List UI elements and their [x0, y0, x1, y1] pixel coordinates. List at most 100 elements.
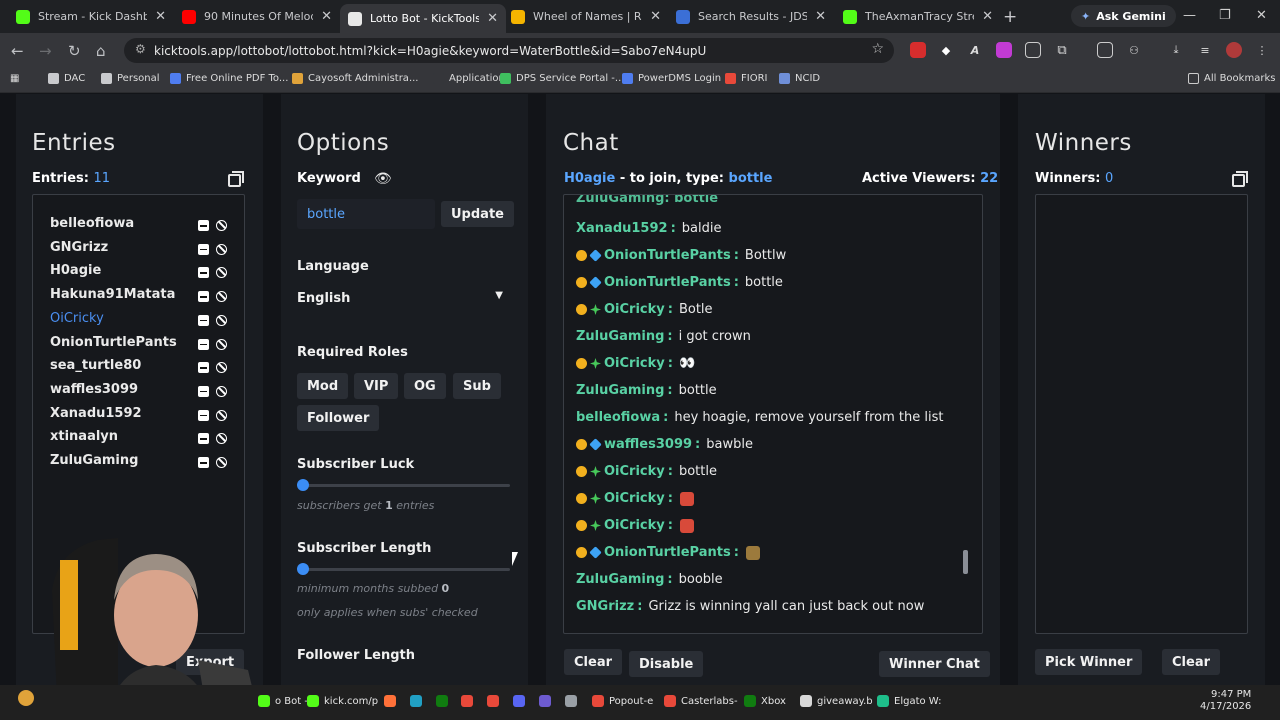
entry-item[interactable]: OiCricky: [50, 311, 104, 326]
winner-chat-button[interactable]: Winner Chat: [879, 651, 990, 677]
browser-menu-icon[interactable]: ⋮: [1254, 42, 1270, 58]
remove-entry-icon[interactable]: [198, 433, 209, 445]
entry-item[interactable]: xtinaalyn: [50, 429, 118, 444]
browser-tab[interactable]: Search Results - JDS - Sh ✕: [668, 4, 834, 29]
chat-username[interactable]: ZuluGaming: [576, 572, 664, 587]
apps-grid-icon[interactable]: ▦: [10, 73, 19, 84]
entry-item[interactable]: waffles3099: [50, 382, 138, 397]
chat-username[interactable]: belleofiowa: [576, 410, 660, 425]
ban-user-icon[interactable]: [216, 362, 227, 374]
ban-user-icon[interactable]: [216, 385, 227, 397]
remove-entry-icon[interactable]: [198, 220, 209, 231]
all-bookmarks-link[interactable]: All Bookmarks: [1188, 73, 1275, 84]
ban-user-icon[interactable]: [216, 267, 227, 279]
remove-entry-icon[interactable]: [198, 385, 209, 397]
entry-item[interactable]: belleofiowa: [50, 216, 134, 231]
entry-item[interactable]: Hakuna91Matata: [50, 287, 175, 302]
entry-item[interactable]: OnionTurtlePants: [50, 335, 177, 350]
browser-tab[interactable]: Lotto Bot - KickTools ✕: [340, 4, 506, 33]
taskbar-app[interactable]: [565, 695, 577, 707]
chat-disable-button[interactable]: Disable: [629, 651, 704, 677]
bookmark-item[interactable]: PowerDMS Login: [622, 73, 721, 84]
entry-item[interactable]: ZuluGaming: [50, 453, 138, 468]
taskbar-clock[interactable]: 9:47 PM 4/17/2026: [1200, 689, 1251, 712]
bookmark-item[interactable]: Cayosoft Administra...: [292, 73, 418, 84]
tab-close-icon[interactable]: ✕: [982, 9, 993, 24]
ask-gemini-button[interactable]: ✦ Ask Gemini: [1071, 5, 1176, 27]
browser-tab[interactable]: 90 Minutes Of Melodic M ✕: [174, 4, 340, 29]
subscriber-length-slider[interactable]: [297, 563, 510, 575]
tab-close-icon[interactable]: ✕: [487, 11, 498, 26]
taskbar-app[interactable]: Popout-e: [592, 695, 653, 707]
chat-username[interactable]: OiCricky: [604, 356, 665, 371]
site-info-icon[interactable]: ⚙: [135, 42, 146, 56]
ban-user-icon[interactable]: [216, 338, 227, 350]
remove-entry-icon[interactable]: [198, 267, 209, 279]
media-control-icon[interactable]: ≡: [1197, 42, 1213, 58]
tab-close-icon[interactable]: ✕: [650, 9, 661, 24]
entry-item[interactable]: sea_turtle80: [50, 358, 141, 373]
extension-diamond-icon[interactable]: ◆: [938, 42, 954, 58]
chat-log[interactable]: ZuluGaming: bottle Xanadu1592: baldie Onio…: [563, 194, 983, 634]
extension-ak-icon[interactable]: A: [967, 42, 983, 58]
taskbar-app[interactable]: [513, 695, 525, 707]
bookmark-item[interactable]: FIORI: [725, 73, 767, 84]
profile-switch-icon[interactable]: ⚇: [1126, 42, 1142, 58]
tab-close-icon[interactable]: ✕: [815, 9, 826, 24]
ban-user-icon[interactable]: [216, 457, 227, 468]
chat-username[interactable]: GNGrizz: [576, 599, 634, 614]
reload-icon[interactable]: ↻: [68, 42, 81, 60]
remove-entry-icon[interactable]: [198, 409, 209, 421]
chat-username[interactable]: OnionTurtlePants: [604, 545, 731, 560]
remove-entry-icon[interactable]: [198, 457, 209, 468]
browser-tab[interactable]: Stream - Kick Dashboard ✕: [8, 4, 174, 29]
winners-clear-button[interactable]: Clear: [1162, 649, 1220, 675]
new-tab-icon[interactable]: +: [1003, 7, 1017, 27]
entry-item[interactable]: GNGrizz: [50, 240, 108, 255]
browser-tab[interactable]: TheAxmanTracy Strea ✕: [835, 4, 1001, 29]
taskbar-app[interactable]: Elgato W:: [877, 695, 941, 707]
extension-purple-icon[interactable]: [996, 42, 1012, 58]
extension-grid-icon[interactable]: [1025, 42, 1041, 58]
close-window-icon[interactable]: ✕: [1256, 8, 1267, 23]
bookmark-item[interactable]: Free Online PDF To...: [170, 73, 288, 84]
role-toggle-follower[interactable]: Follower: [297, 405, 380, 431]
entry-item[interactable]: Xanadu1592: [50, 406, 142, 421]
role-toggle-vip[interactable]: VIP: [354, 373, 399, 399]
bookmark-item[interactable]: DPS Service Portal -...: [500, 73, 624, 84]
bookmark-item[interactable]: Personal: [101, 73, 160, 84]
chat-clear-button[interactable]: Clear: [564, 649, 622, 675]
chat-username[interactable]: Xanadu1592: [576, 221, 668, 236]
minimize-icon[interactable]: —: [1183, 8, 1196, 23]
taskbar-app[interactable]: giveaway.b: [800, 695, 873, 707]
bookmark-item[interactable]: NCID: [779, 73, 820, 84]
slider-knob[interactable]: [297, 563, 309, 575]
tab-close-icon[interactable]: ✕: [321, 9, 332, 24]
chat-username[interactable]: OiCricky: [604, 464, 665, 479]
chat-username[interactable]: OiCricky: [604, 518, 665, 533]
restore-icon[interactable]: ❐: [1219, 8, 1231, 23]
taskbar-app[interactable]: Casterlabs-: [664, 695, 738, 707]
pick-winner-button[interactable]: Pick Winner: [1035, 649, 1143, 675]
taskbar-app[interactable]: [539, 695, 551, 707]
chat-username[interactable]: waffles3099: [604, 437, 692, 452]
copy-entries-icon[interactable]: [228, 171, 244, 187]
taskbar-app[interactable]: kick.com/p: [307, 695, 378, 707]
remove-entry-icon[interactable]: [198, 291, 209, 303]
chat-username[interactable]: OnionTurtlePants: [604, 248, 731, 263]
chat-username[interactable]: OiCricky: [604, 302, 665, 317]
extension-icon[interactable]: [910, 42, 926, 58]
slider-knob[interactable]: [297, 479, 309, 491]
update-button[interactable]: Update: [441, 201, 514, 227]
chat-username[interactable]: ZuluGaming: [576, 383, 664, 398]
profile-avatar-icon[interactable]: [1226, 42, 1242, 58]
role-toggle-og[interactable]: OG: [404, 373, 446, 399]
download-icon[interactable]: ⤓: [1168, 42, 1184, 58]
role-toggle-mod[interactable]: Mod: [297, 373, 349, 399]
ban-user-icon[interactable]: [216, 314, 227, 326]
chat-username[interactable]: ZuluGaming: [576, 329, 664, 344]
remove-entry-icon[interactable]: [198, 338, 209, 350]
taskbar-app[interactable]: [410, 695, 422, 707]
chat-scrollbar[interactable]: [963, 550, 968, 574]
eye-icon[interactable]: 👁: [374, 171, 392, 187]
